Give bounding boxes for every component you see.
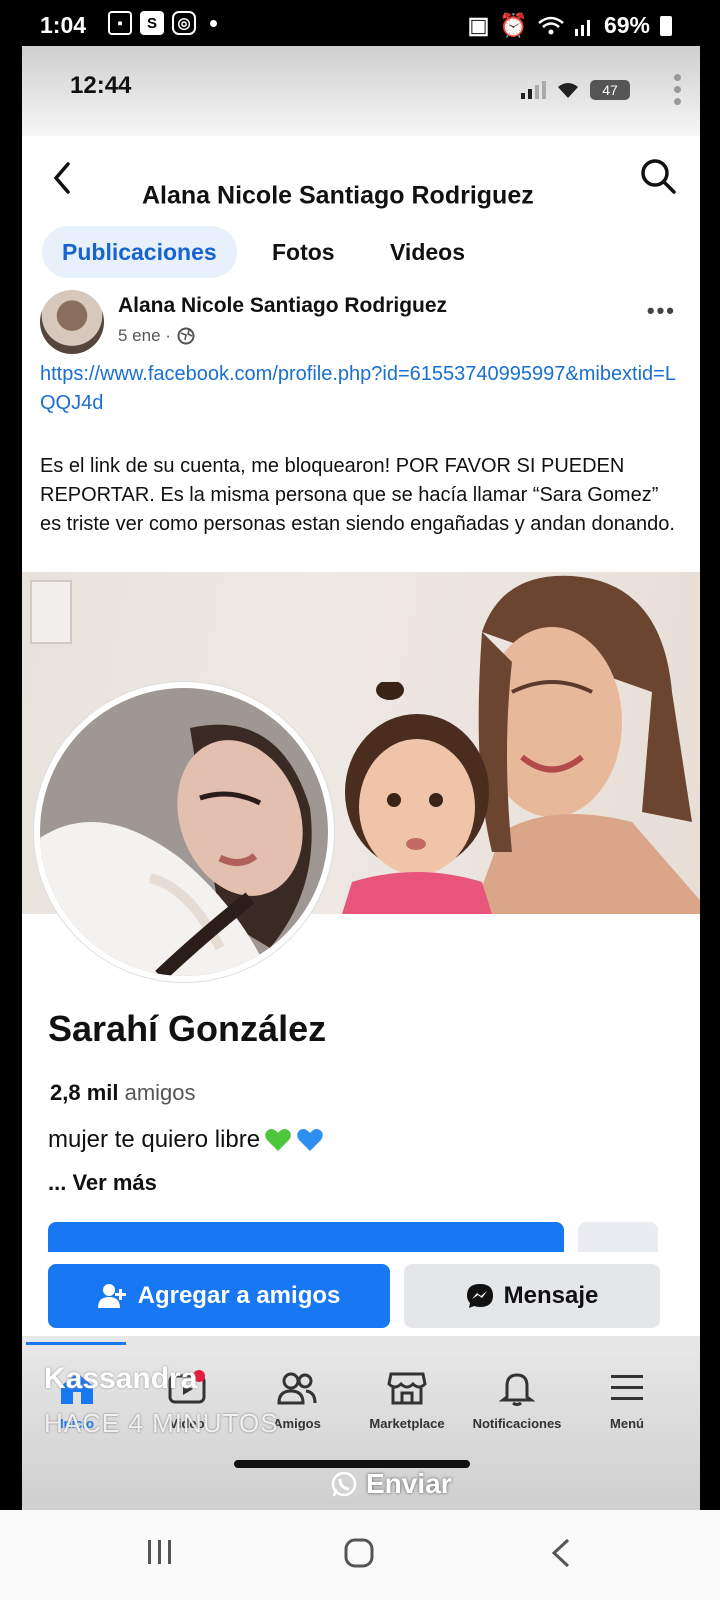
nav-label-menu: Menú: [610, 1416, 644, 1431]
back-button-icon[interactable]: [548, 1536, 574, 1570]
nav-item-marketplace[interactable]: Marketplace: [352, 1366, 462, 1431]
battery-icon: [660, 15, 672, 36]
friends-count-value: 2,8 mil: [50, 1080, 119, 1105]
see-more-link[interactable]: ... Ver más: [48, 1170, 157, 1196]
signal-icon: [521, 81, 546, 99]
profile-header: Alana Nicole Santiago Rodriguez: [22, 136, 700, 220]
wifi-icon: [538, 16, 564, 34]
status-time-ago: HACE 4 MINUTOS: [44, 1408, 279, 1438]
inner-status-bar: 12:44 47: [22, 46, 700, 136]
alarm-icon: ⏰: [499, 12, 528, 38]
search-icon[interactable]: [638, 156, 678, 196]
profile-tabs: Publicaciones Fotos Videos: [22, 222, 700, 282]
bio-text: mujer te quiero libre: [48, 1126, 261, 1153]
post-date: 5 ene ·: [118, 326, 171, 345]
bell-icon: [499, 1373, 535, 1406]
tab-fotos[interactable]: Fotos: [252, 226, 355, 278]
add-friend-label: Agregar a amigos: [137, 1282, 341, 1309]
lock-icon: ▣: [467, 12, 490, 38]
send-status-button[interactable]: Enviar: [330, 1468, 452, 1500]
post-meta: 5 ene ·: [118, 326, 195, 346]
inner-system-icons: 47: [521, 80, 630, 100]
battery-percent: 69%: [603, 12, 650, 38]
signal-icon: [574, 19, 590, 36]
battery-icon: 47: [590, 80, 630, 100]
notification-icons: ▪ S ◎: [108, 11, 217, 35]
facebook-screenshot: 12:44 47 Alana Nicole Santiago Rodriguez…: [22, 46, 700, 1510]
instagram-notification-icon: ◎: [172, 11, 196, 35]
profile-picture[interactable]: [34, 682, 334, 982]
inner-clock: 12:44: [70, 72, 132, 99]
tab-publicaciones[interactable]: Publicaciones: [42, 226, 237, 278]
back-arrow-icon[interactable]: [50, 158, 74, 198]
nav-item-menu[interactable]: Menú: [572, 1366, 682, 1431]
nav-item-notificaciones[interactable]: Notificaciones: [462, 1366, 572, 1431]
more-notifications-dot: [210, 19, 217, 27]
message-label: Mensaje: [503, 1282, 599, 1309]
profile-name: Sarahí González: [48, 1008, 327, 1049]
active-tab-indicator: [26, 1342, 126, 1345]
outer-clock: 1:04: [40, 12, 87, 38]
blue-heart-icon: [297, 1129, 323, 1151]
messenger-icon: [466, 1284, 493, 1308]
add-friend-button[interactable]: Agregar a amigos: [48, 1264, 390, 1328]
friends-icon: [277, 1372, 317, 1405]
friends-count-label: amigos: [124, 1080, 196, 1105]
status-sender-name: Kassandra: [44, 1362, 198, 1395]
profile-bio: mujer te quiero libre: [48, 1126, 324, 1154]
green-heart-icon: [265, 1129, 291, 1151]
send-label: Enviar: [366, 1468, 452, 1499]
post-author[interactable]: Alana Nicole Santiago Rodriguez: [118, 294, 447, 318]
outer-status-bar: 1:04 ▪ S ◎ ▣ ⏰ 69%: [0, 0, 720, 48]
recent-apps-icon[interactable]: [144, 1536, 176, 1568]
author-avatar[interactable]: [40, 290, 104, 354]
outer-system-icons: ▣ ⏰ 69%: [468, 12, 672, 39]
nav-label-marketplace: Marketplace: [369, 1416, 445, 1431]
nav-label-amigos: Amigos: [273, 1416, 321, 1431]
nav-label-notificaciones: Notificaciones: [472, 1416, 562, 1431]
gesture-home-bar[interactable]: [234, 1460, 470, 1468]
wifi-icon: [558, 83, 578, 98]
post-link[interactable]: https://www.facebook.com/profile.php?id=…: [40, 360, 680, 418]
menu-icon: [611, 1375, 643, 1400]
whatsapp-icon: [331, 1471, 357, 1497]
page-title: Alana Nicole Santiago Rodriguez: [142, 181, 534, 210]
profile-picture-image: [40, 688, 328, 976]
post-header: Alana Nicole Santiago Rodriguez 5 ene · …: [22, 286, 700, 356]
tab-videos[interactable]: Videos: [370, 226, 485, 278]
marketplace-icon: [387, 1372, 427, 1405]
post-text: Es el link de su cuenta, me bloquearon! …: [40, 455, 675, 535]
post-options-icon[interactable]: •••: [647, 298, 676, 324]
friends-count[interactable]: 2,8 mil amigos: [50, 1080, 196, 1106]
globe-icon: [177, 327, 195, 345]
add-friend-icon: [97, 1284, 126, 1308]
partially-hidden-more-button: [578, 1222, 658, 1252]
wall-switch: [30, 580, 72, 644]
system-navigation-bar: [0, 1510, 720, 1600]
cover-child-figure: [342, 682, 492, 914]
gallery-notification-icon: ▪: [108, 11, 132, 35]
s-app-notification-icon: S: [140, 11, 164, 35]
message-button[interactable]: Mensaje: [404, 1264, 660, 1328]
partially-hidden-button: [48, 1222, 564, 1252]
home-button-icon[interactable]: [342, 1536, 376, 1570]
overflow-icon[interactable]: [674, 74, 682, 110]
